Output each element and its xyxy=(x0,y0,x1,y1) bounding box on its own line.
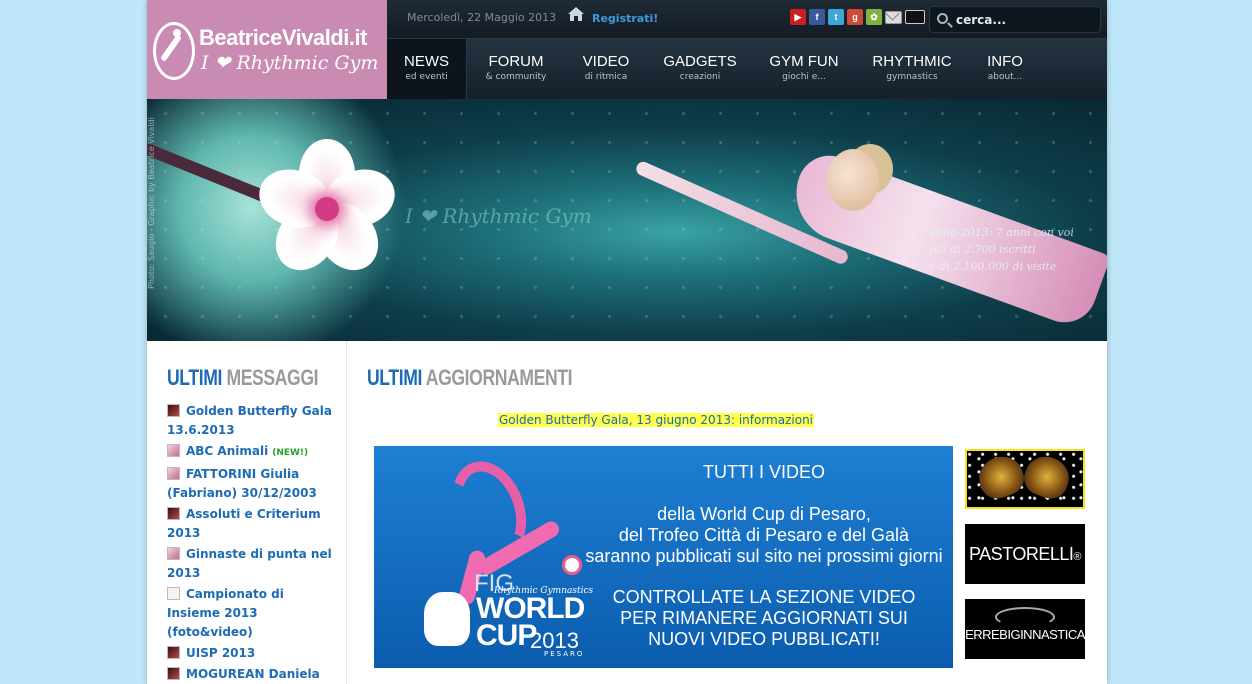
search-box[interactable] xyxy=(929,6,1101,33)
social-icons: ▶ f t g ✿ xyxy=(790,9,925,25)
message-thumbnail-icon xyxy=(167,444,180,457)
nav-item-sublabel: giochi e... xyxy=(782,72,826,82)
nav-item-label: NEWS xyxy=(404,53,449,70)
facebook-icon[interactable]: f xyxy=(809,9,825,25)
main-nav: NEWS ed eventi FORUM & community VIDEO di rit… xyxy=(387,39,1107,99)
message-label: Campionato di Insieme 2013 (foto&video) xyxy=(167,587,284,639)
message-thumbnail-icon xyxy=(167,646,180,659)
banner-stat-line: più di 2.700 iscritti xyxy=(929,243,1036,256)
sidebar-title: ULTIMI MESSAGGI xyxy=(167,365,319,390)
logo-subtitle: I ❤ Rhythmic Gym xyxy=(201,52,379,74)
search-icon[interactable] xyxy=(937,13,948,24)
search-input[interactable] xyxy=(956,11,1096,29)
nav-item-sublabel: ed eventi xyxy=(405,72,448,82)
sidebar: ULTIMI MESSAGGI Golden Butterfly Gala 13… xyxy=(147,341,347,684)
photo-credit: Photo: Saugio - Graphic by Beatrice Viva… xyxy=(147,117,156,289)
banner-stats: 2006-2013: 7 anni con voi più di 2.700 i… xyxy=(929,224,1074,275)
main-content: ULTIMI AGGIORNAMENTI Golden Butterfly Ga… xyxy=(348,341,1107,684)
flower-image xyxy=(251,139,403,283)
nav-item-label: GADGETS xyxy=(663,53,737,70)
rss-icon[interactable] xyxy=(905,10,925,24)
nav-item-forum[interactable]: FORUM & community xyxy=(467,39,565,99)
google-icon[interactable]: g xyxy=(847,9,863,25)
nav-item-sublabel: gymnastics xyxy=(886,72,938,82)
portrait-icon xyxy=(424,592,470,646)
message-label: ABC Animali xyxy=(186,444,269,458)
nav-item-label: FORUM xyxy=(488,53,544,70)
nav-item-news[interactable]: NEWS ed eventi xyxy=(387,39,467,99)
message-item[interactable]: ABC Animali (NEW!) xyxy=(167,442,337,463)
message-item[interactable]: Assoluti e Criterium 2013 xyxy=(167,505,337,543)
nav-item-sublabel: di ritmica xyxy=(584,72,628,82)
message-label: MOGUREAN Daniela xyxy=(186,667,320,681)
home-icon[interactable] xyxy=(567,6,585,22)
pastorelli-banner[interactable]: PASTORELLI® xyxy=(965,524,1085,584)
nav-item-info[interactable]: INFO about... xyxy=(969,39,1041,99)
message-thumbnail-icon xyxy=(167,587,180,600)
current-date: Mercoledì, 22 Maggio 2013 xyxy=(407,11,557,24)
banner-stat-line: 2006-2013: 7 anni con voi xyxy=(929,226,1074,239)
butterfly-gala-banner[interactable] xyxy=(965,449,1085,509)
page-container: BeatriceVivaldi.it I ❤ Rhythmic Gym Merc… xyxy=(147,0,1107,684)
gymnast-logo-icon xyxy=(153,22,195,80)
register-link[interactable]: Registrati! xyxy=(592,12,658,25)
message-thumbnail-icon xyxy=(167,507,180,520)
message-label: UISP 2013 xyxy=(186,646,256,660)
latest-messages-list: Golden Butterfly Gala 13.6.2013 ABC Anima… xyxy=(167,402,337,684)
banner-stat-line: e di 2.100.000 di visite xyxy=(929,260,1057,273)
message-item[interactable]: Ginnaste di punta nel 2013 xyxy=(167,545,337,583)
banner-tagline: I ❤ Rhythmic Gym xyxy=(405,204,592,228)
nav-item-gadgets[interactable]: GADGETS creazioni xyxy=(647,39,753,99)
message-item[interactable]: UISP 2013 xyxy=(167,644,337,663)
message-item[interactable]: Campionato di Insieme 2013 (foto&video) xyxy=(167,585,337,642)
message-label: Golden Butterfly Gala 13.6.2013 xyxy=(167,404,332,437)
twitter-icon[interactable]: t xyxy=(828,9,844,25)
world-cup-promo[interactable]: FIG Rhythmic Gymnastics WORLD CUP 2013 P… xyxy=(374,446,953,668)
world-cup-logo: FIG Rhythmic Gymnastics WORLD CUP 2013 P… xyxy=(394,450,593,660)
errebiginnastica-banner[interactable]: ERREBIGINNASTICA xyxy=(965,599,1085,659)
new-badge: (NEW!) xyxy=(272,448,309,458)
message-label: FATTORINI Giulia (Fabriano) 30/12/2003 xyxy=(167,467,317,500)
nav-item-video[interactable]: VIDEO di ritmica xyxy=(565,39,647,99)
logo-title: BeatriceVivaldi.it xyxy=(199,25,367,50)
promo-body: della World Cup di Pesaro, del Trofeo Ci… xyxy=(585,504,943,566)
header-banner: Photo: Saugio - Graphic by Beatrice Viva… xyxy=(147,99,1107,341)
message-item[interactable]: FATTORINI Giulia (Fabriano) 30/12/2003 xyxy=(167,465,337,503)
message-label: Ginnaste di punta nel 2013 xyxy=(167,547,332,580)
main-title: ULTIMI AGGIORNAMENTI xyxy=(367,365,573,390)
message-thumbnail-icon xyxy=(167,667,180,680)
notice-link[interactable]: Golden Butterfly Gala, 13 giugno 2013: i… xyxy=(498,413,815,427)
promo-heading: TUTTI I VIDEO xyxy=(702,462,825,482)
myspace-icon[interactable]: ✿ xyxy=(866,9,882,25)
site-logo[interactable]: BeatriceVivaldi.it I ❤ Rhythmic Gym xyxy=(147,0,387,99)
promo-callout: CONTROLLATE LA SEZIONE VIDEO PER RIMANER… xyxy=(612,587,916,649)
message-thumbnail-icon xyxy=(167,404,180,417)
message-thumbnail-icon xyxy=(167,547,180,560)
top-bar: Mercoledì, 22 Maggio 2013 Registrati! ▶ f… xyxy=(387,0,1107,39)
nav-item-sublabel: & community xyxy=(485,72,547,82)
message-label: Assoluti e Criterium 2013 xyxy=(167,507,321,540)
message-thumbnail-icon xyxy=(167,467,180,480)
nav-item-gym-fun[interactable]: GYM FUN giochi e... xyxy=(753,39,855,99)
message-item[interactable]: Golden Butterfly Gala 13.6.2013 xyxy=(167,402,337,440)
nav-item-label: GYM FUN xyxy=(769,53,839,70)
youtube-icon[interactable]: ▶ xyxy=(790,9,806,25)
message-item[interactable]: MOGUREAN Daniela xyxy=(167,665,337,684)
email-icon[interactable] xyxy=(885,11,902,24)
nav-item-label: VIDEO xyxy=(582,53,630,70)
nav-item-rhythmic[interactable]: RHYTHMIC gymnastics xyxy=(855,39,969,99)
nav-item-label: INFO xyxy=(987,53,1023,70)
nav-item-sublabel: about... xyxy=(987,72,1023,82)
nav-item-label: RHYTHMIC xyxy=(872,53,952,70)
nav-item-sublabel: creazioni xyxy=(679,72,721,82)
